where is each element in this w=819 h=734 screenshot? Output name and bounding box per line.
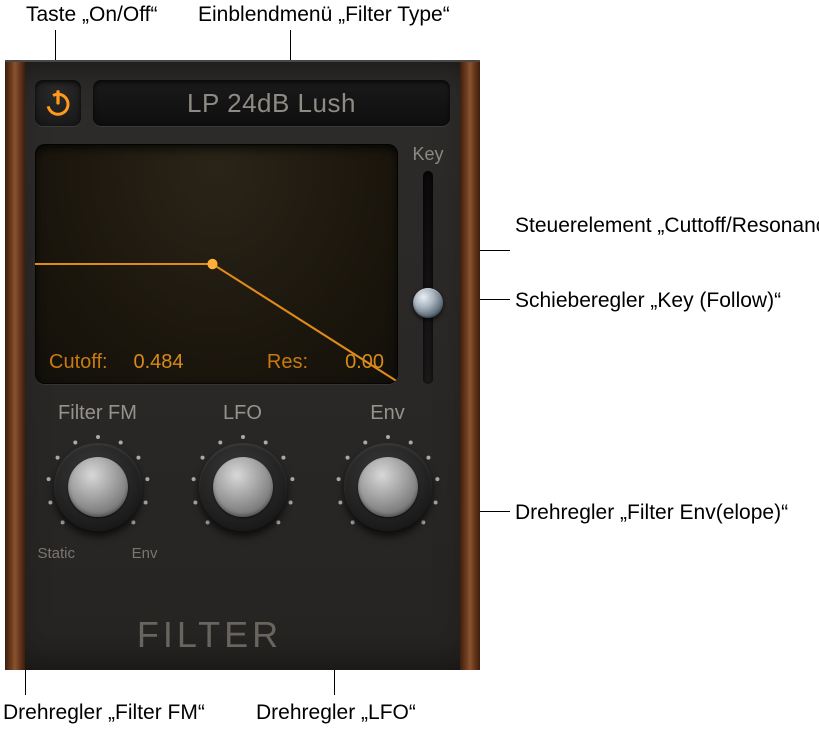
lfo-knob[interactable] <box>191 435 295 539</box>
key-follow-slider[interactable] <box>423 171 433 384</box>
key-label: Key <box>412 144 443 165</box>
section-title: FILTER <box>25 614 394 656</box>
callout-power: Taste „On/Off“ <box>26 2 158 28</box>
filter-fm-knob[interactable] <box>46 435 150 539</box>
knob-row: Filter FM Static Env LFO <box>35 402 450 602</box>
res-label: Res: <box>267 351 308 374</box>
filter-curve <box>35 144 398 384</box>
res-value: 0.00 <box>314 351 384 374</box>
filter-fm-label: Filter FM <box>58 402 137 425</box>
panel-inner: LP 24dB Lush Cutoff: 0.484 Res: 0.00 Key <box>25 62 460 670</box>
filter-type-menu[interactable]: LP 24dB Lush <box>93 80 450 126</box>
callout-cutoff-resonance: Steuerelement „Cuttoff/Resonance“ <box>515 213 819 239</box>
knob-cap <box>68 457 128 517</box>
env-label: Env <box>370 402 404 425</box>
knob-cap <box>213 457 273 517</box>
filter-env-knob[interactable] <box>336 435 440 539</box>
callout-key-slider: Schieberegler „Key (Follow)“ <box>515 288 781 314</box>
filter-fm-column: Filter FM Static Env <box>35 402 160 602</box>
callout-lfo-knob: Drehregler „LFO“ <box>256 700 416 726</box>
wood-trim-right <box>460 62 480 670</box>
fm-sublabels: Static Env <box>38 545 158 562</box>
callout-env-knob: Drehregler „Filter Env(elope)“ <box>515 500 788 526</box>
display-wrap: Cutoff: 0.484 Res: 0.00 Key <box>35 144 450 384</box>
lfo-column: LFO <box>180 402 305 602</box>
cutoff-label: Cutoff: <box>49 351 108 374</box>
knob-cap <box>358 457 418 517</box>
cutoff-value: 0.484 <box>114 351 184 374</box>
lfo-label: LFO <box>223 402 262 425</box>
display-readout: Cutoff: 0.484 Res: 0.00 <box>49 351 384 374</box>
fm-sub-left: Static <box>38 545 76 562</box>
filter-type-value: LP 24dB Lush <box>187 88 356 119</box>
key-column: Key <box>406 144 450 384</box>
power-button[interactable] <box>35 80 81 126</box>
fm-sub-right: Env <box>132 545 158 562</box>
callout-fm-knob: Drehregler „Filter FM“ <box>3 700 205 726</box>
env-column: Env <box>325 402 450 602</box>
cutoff-resonance-display[interactable]: Cutoff: 0.484 Res: 0.00 <box>35 144 398 384</box>
wood-trim-left <box>5 62 25 670</box>
callout-filter-menu: Einblendmenü „Filter Type“ <box>198 2 450 28</box>
key-slider-thumb[interactable] <box>413 288 443 318</box>
filter-panel: LP 24dB Lush Cutoff: 0.484 Res: 0.00 Key <box>5 60 480 670</box>
power-icon <box>43 88 73 118</box>
top-row: LP 24dB Lush <box>35 80 450 126</box>
